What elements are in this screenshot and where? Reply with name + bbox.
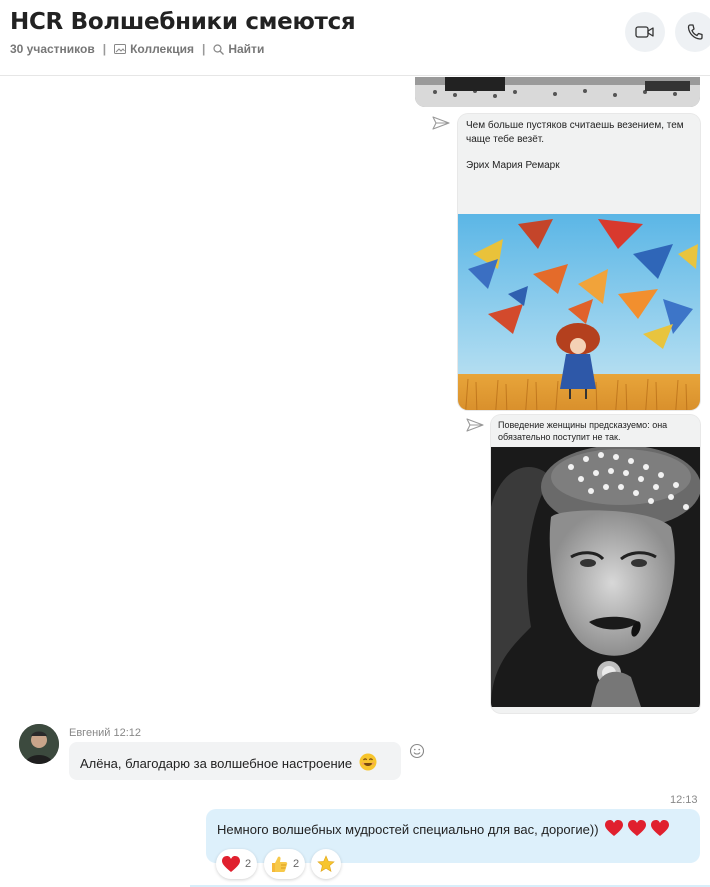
phone-icon — [687, 24, 703, 40]
search-icon — [213, 43, 225, 55]
heart-emoji-icon — [605, 820, 670, 836]
reaction-thumbs-up[interactable]: 2 — [264, 849, 306, 879]
sent-icon — [466, 418, 484, 432]
reaction-heart[interactable]: 2 — [216, 849, 258, 879]
smiling-face-emoji-icon — [359, 753, 377, 771]
message-time: 12:13 — [670, 794, 698, 806]
message-meta: Евгений 12:12 — [69, 727, 141, 739]
quote-text: Чем больше пустяков считаешь везением, т… — [466, 120, 684, 145]
reaction-count: 2 — [293, 858, 300, 870]
chat-title: HCR Волшебники смеются — [10, 9, 356, 35]
message-text: Алёна, благодарю за волшебное настроение — [80, 756, 353, 771]
sender-name: Евгений — [69, 727, 111, 739]
avatar-evgeny[interactable] — [19, 724, 59, 764]
reaction-count: 2 — [245, 858, 252, 870]
sent-icon — [432, 116, 450, 130]
photo-woman-hat — [491, 447, 700, 707]
message-time: 12:12 — [113, 727, 142, 739]
separator: | — [201, 42, 206, 56]
star-icon — [317, 855, 335, 872]
reaction-star[interactable] — [311, 849, 341, 879]
quote-text: Поведение женщины предсказуемо: она обяз… — [498, 420, 668, 442]
thumbs-up-icon — [272, 856, 288, 872]
heart-icon — [222, 856, 240, 872]
message-text: Немного волшебных мудростей специально д… — [217, 822, 599, 837]
shared-image-quote-2[interactable]: Поведение женщины предсказуемо: она обяз… — [491, 415, 700, 713]
audio-call-button[interactable] — [675, 12, 710, 52]
find-label: Найти — [228, 42, 265, 56]
gallery-icon — [114, 44, 127, 54]
separator: | — [102, 42, 107, 56]
collection-link[interactable]: Коллекция — [114, 42, 194, 56]
video-call-button[interactable] — [625, 12, 665, 52]
quote-author: Эрих Мария Ремарк — [466, 160, 560, 171]
message-list[interactable]: Чем больше пустяков считаешь везением, т… — [0, 77, 710, 887]
chat-subline: 30 участников | Коллекция | Найти — [10, 42, 264, 56]
chat-header: HCR Волшебники смеются 30 участников | К… — [0, 0, 710, 76]
find-link[interactable]: Найти — [213, 42, 264, 56]
collection-label: Коллекция — [130, 42, 194, 56]
add-reaction-icon[interactable] — [409, 743, 425, 759]
incoming-message-bubble[interactable]: Алёна, благодарю за волшебное настроение — [69, 742, 401, 780]
shared-image-previous[interactable] — [415, 77, 700, 107]
user-avatar-photo — [19, 724, 59, 764]
video-camera-icon — [635, 26, 654, 38]
illustration-girl-birds — [458, 214, 700, 410]
shared-image-quote-1[interactable]: Чем больше пустяков считаешь везением, т… — [458, 114, 700, 410]
participants-link[interactable]: 30 участников — [10, 42, 95, 56]
